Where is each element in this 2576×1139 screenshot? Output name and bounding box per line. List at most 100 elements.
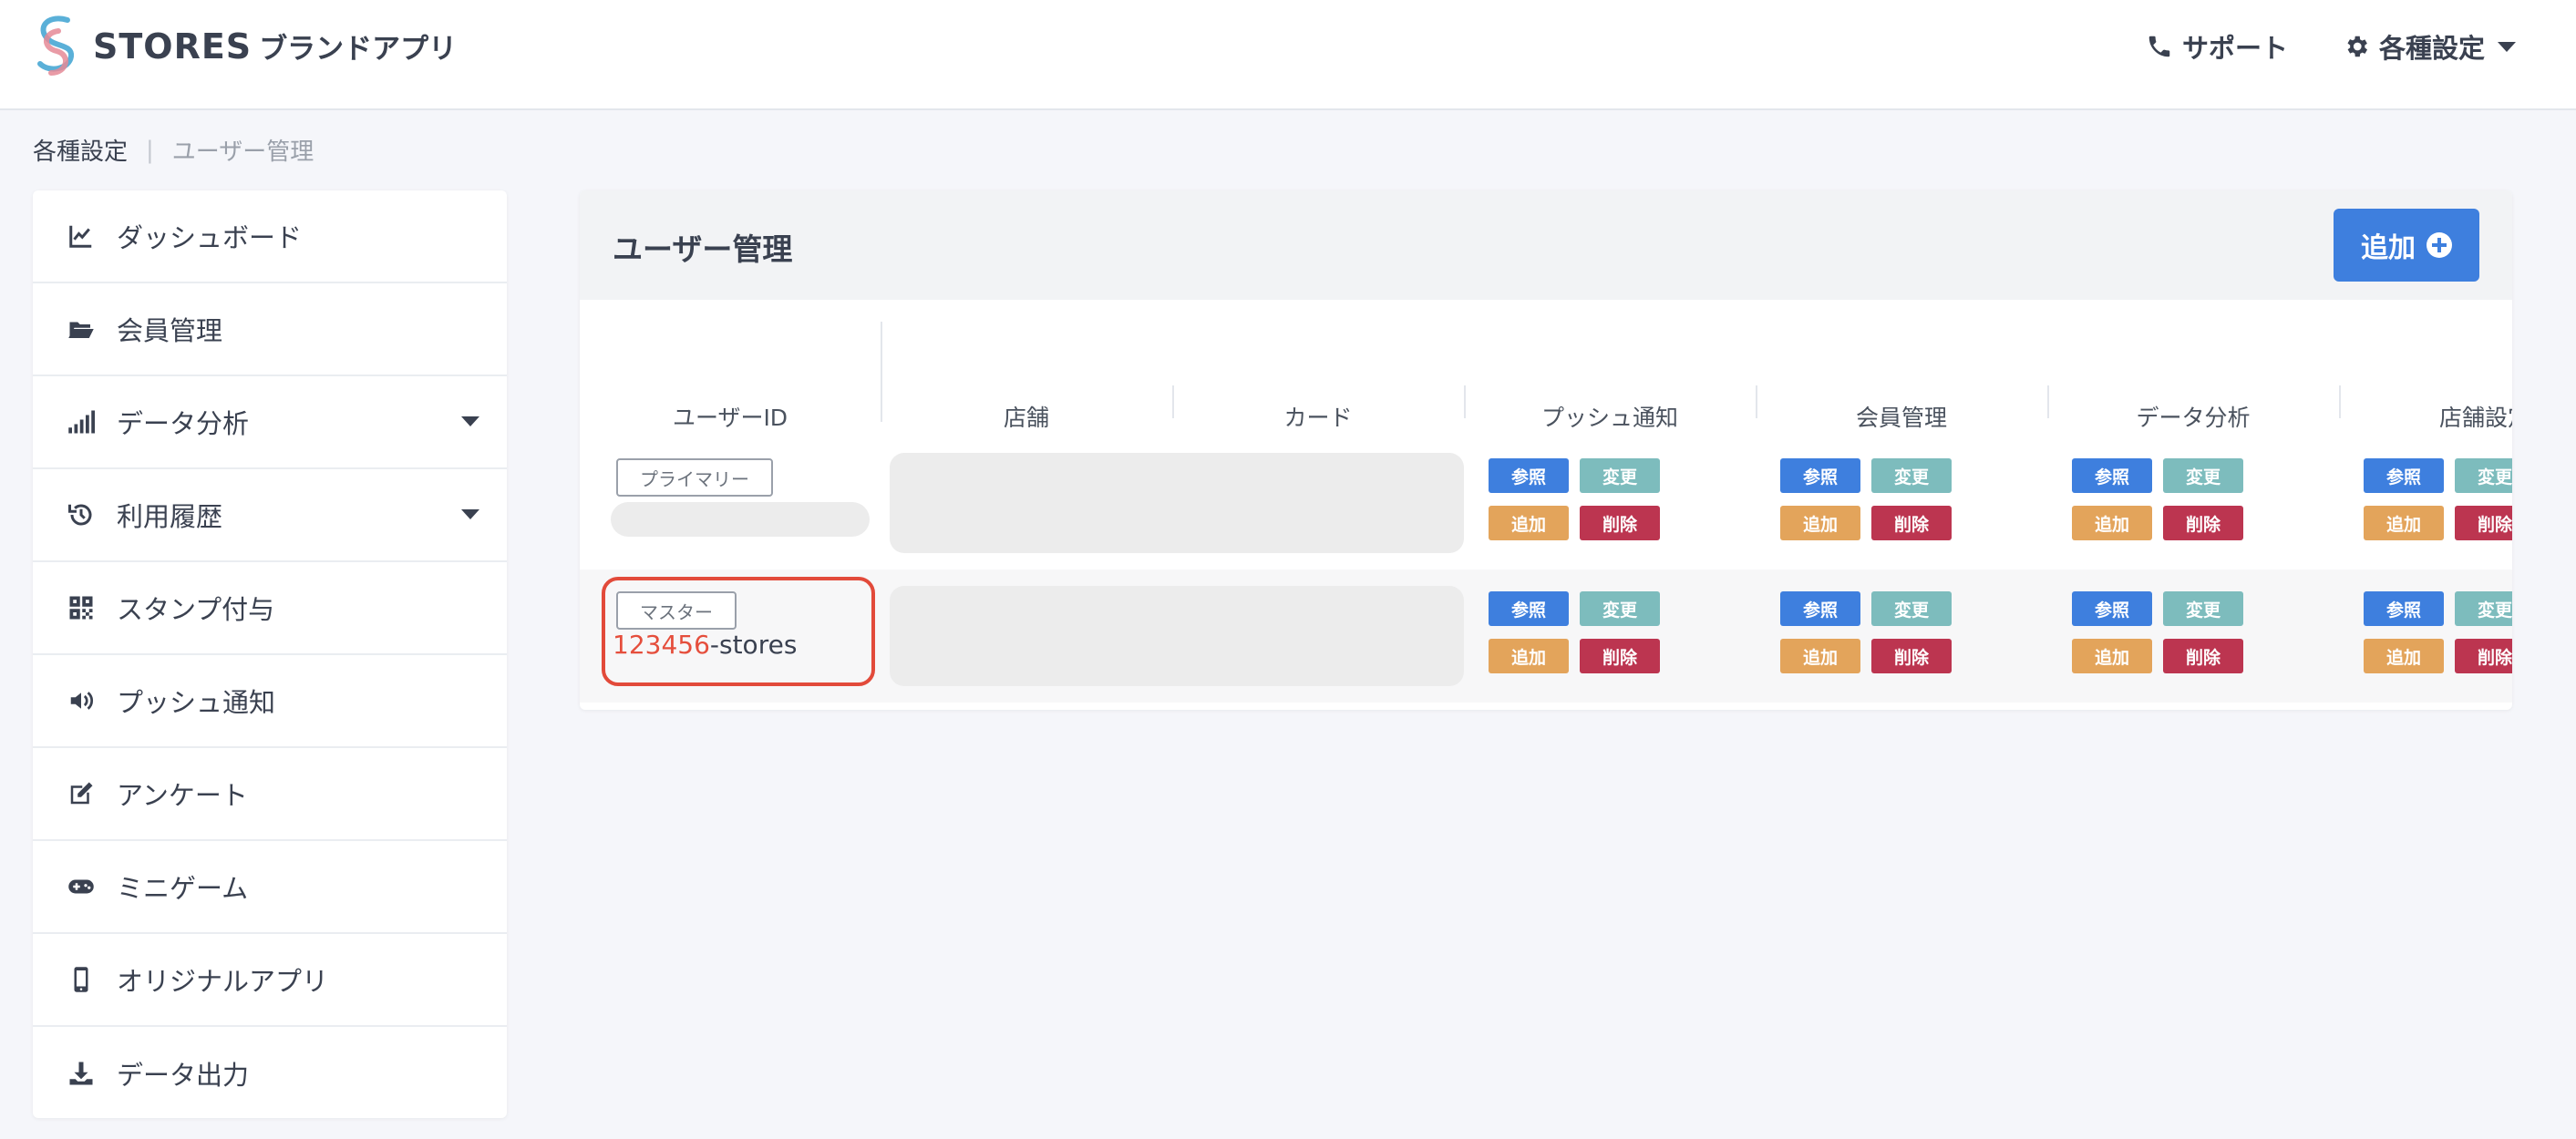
members-add-button[interactable]: 追加 <box>1780 639 1860 673</box>
store-settings-change-button[interactable]: 変更 <box>2455 458 2512 493</box>
store-settings-delete-button[interactable]: 削除 <box>2455 639 2512 673</box>
push-change-button[interactable]: 変更 <box>1580 591 1660 626</box>
chart-line-icon <box>66 221 97 251</box>
analytics-delete-button[interactable]: 削除 <box>2163 506 2243 540</box>
analytics-add-button[interactable]: 追加 <box>2072 506 2152 540</box>
store-settings-add-button[interactable]: 追加 <box>2364 639 2444 673</box>
store-settings-view-button[interactable]: 参照 <box>2364 458 2444 493</box>
support-link[interactable]: サポート <box>2146 27 2288 66</box>
folder-open-icon <box>66 313 97 344</box>
brand-subtitle: ブランドアプリ <box>259 33 458 66</box>
breadcrumb: 各種設定 | ユーザー管理 <box>33 133 314 167</box>
chevron-down-icon <box>461 509 479 519</box>
volume-icon <box>66 685 97 716</box>
members-delete-button[interactable]: 削除 <box>1871 639 1952 673</box>
chevron-down-icon <box>461 416 479 426</box>
push-add-button[interactable]: 追加 <box>1489 639 1569 673</box>
column-header-members: 会員管理 <box>1855 405 1947 431</box>
sidebar-item-dashboard[interactable]: ダッシュボード <box>33 190 507 283</box>
sidebar-item-label: データ出力 <box>117 1060 250 1091</box>
store-cell <box>890 586 1464 686</box>
stores-logo-icon <box>37 15 74 76</box>
user-management-card: ユーザー管理 追加 ユーザーID 店舗 カード プッシュ通知 会員管理 データ分… <box>580 190 2512 710</box>
store-settings-delete-button[interactable]: 削除 <box>2455 506 2512 540</box>
members-view-button[interactable]: 参照 <box>1780 458 1860 493</box>
column-header-store: 店舗 <box>1003 405 1049 431</box>
push-add-button[interactable]: 追加 <box>1489 506 1569 540</box>
breadcrumb-current: ユーザー管理 <box>171 139 314 166</box>
sidebar-item-analytics[interactable]: データ分析 <box>33 376 507 469</box>
column-header-card: カード <box>1283 405 1353 431</box>
analytics-delete-button[interactable]: 削除 <box>2163 639 2243 673</box>
sidebar-item-label: ミニゲーム <box>117 873 249 904</box>
analytics-change-button[interactable]: 変更 <box>2163 591 2243 626</box>
members-add-button[interactable]: 追加 <box>1780 506 1860 540</box>
push-change-button[interactable]: 変更 <box>1580 458 1660 493</box>
store-cell <box>890 453 1464 553</box>
add-user-button[interactable]: 追加 <box>2334 209 2479 282</box>
column-header-user-id: ユーザーID <box>672 405 788 431</box>
analytics-add-button[interactable]: 追加 <box>2072 639 2152 673</box>
settings-label: 各種設定 <box>2379 33 2486 64</box>
sidebar-item-label: ダッシュボード <box>117 222 303 253</box>
phone-icon <box>2148 36 2170 57</box>
app-header: STORES ブランドアプリ サポート 各種設定 <box>0 0 2576 110</box>
support-label: サポート <box>2182 33 2289 64</box>
column-header-store-settings: 店舗設定 <box>2438 405 2512 431</box>
sidebar-item-push[interactable]: プッシュ通知 <box>33 655 507 748</box>
role-badge: プライマリー <box>616 458 773 497</box>
table-row: プライマリー 参照 変更 追加 削除 参照 変更 追加 削除 参照 変更 追加 … <box>580 436 2512 570</box>
plus-circle-icon <box>2427 232 2452 258</box>
sidebar-item-original-app[interactable]: オリジナルアプリ <box>33 934 507 1027</box>
sidebar-item-members[interactable]: 会員管理 <box>33 283 507 376</box>
chevron-down-icon <box>2498 41 2517 52</box>
sidebar-item-export[interactable]: データ出力 <box>33 1027 507 1120</box>
breadcrumb-separator: | <box>146 136 154 164</box>
gamepad-icon <box>66 871 97 902</box>
sidebar: ダッシュボード 会員管理 データ分析 利用履歴 スタンプ付与 プッシュ通知 アン… <box>33 190 507 1118</box>
sidebar-item-label: データ分析 <box>117 408 250 439</box>
members-change-button[interactable]: 変更 <box>1871 458 1952 493</box>
user-id-suffix: -stores <box>709 630 798 660</box>
user-id-placeholder <box>611 502 870 537</box>
store-settings-view-button[interactable]: 参照 <box>2364 591 2444 626</box>
members-delete-button[interactable]: 削除 <box>1871 506 1952 540</box>
column-header-push: プッシュ通知 <box>1540 405 1678 431</box>
settings-menu[interactable]: 各種設定 <box>2343 27 2517 66</box>
sidebar-item-label: スタンプ付与 <box>117 594 275 625</box>
sidebar-item-history[interactable]: 利用履歴 <box>33 469 507 562</box>
download-icon <box>66 1058 97 1089</box>
members-change-button[interactable]: 変更 <box>1871 591 1952 626</box>
history-icon <box>66 499 97 530</box>
breadcrumb-parent[interactable]: 各種設定 <box>33 133 128 167</box>
signal-bars-icon <box>66 406 97 437</box>
table-row: マスター 123456-stores 参照 変更 追加 削除 参照 変更 追加 … <box>580 570 2512 703</box>
sidebar-item-label: アンケート <box>117 780 248 811</box>
sidebar-item-survey[interactable]: アンケート <box>33 748 507 841</box>
brand-name[interactable]: STORES ブランドアプリ <box>93 26 457 67</box>
store-settings-add-button[interactable]: 追加 <box>2364 506 2444 540</box>
members-view-button[interactable]: 参照 <box>1780 591 1860 626</box>
gear-icon <box>2347 36 2367 57</box>
brand-title: STORES <box>93 26 252 67</box>
page-title: ユーザー管理 <box>613 231 793 267</box>
store-settings-change-button[interactable]: 変更 <box>2455 591 2512 626</box>
sidebar-item-minigame[interactable]: ミニゲーム <box>33 841 507 934</box>
sidebar-item-label: 会員管理 <box>117 315 223 346</box>
role-badge: マスター <box>616 591 737 630</box>
qr-code-icon <box>66 592 97 623</box>
sidebar-item-label: プッシュ通知 <box>117 687 276 718</box>
analytics-view-button[interactable]: 参照 <box>2072 591 2152 626</box>
user-id-number: 123456 <box>613 630 710 660</box>
table-header: ユーザーID 店舗 カード プッシュ通知 会員管理 データ分析 店舗設定 <box>580 300 2512 436</box>
sidebar-item-stamp[interactable]: スタンプ付与 <box>33 562 507 655</box>
user-id-text[interactable]: 123456-stores <box>613 630 797 660</box>
push-delete-button[interactable]: 削除 <box>1580 506 1660 540</box>
card-header: ユーザー管理 追加 <box>580 190 2512 300</box>
analytics-view-button[interactable]: 参照 <box>2072 458 2152 493</box>
push-view-button[interactable]: 参照 <box>1489 458 1569 493</box>
analytics-change-button[interactable]: 変更 <box>2163 458 2243 493</box>
push-view-button[interactable]: 参照 <box>1489 591 1569 626</box>
push-delete-button[interactable]: 削除 <box>1580 639 1660 673</box>
sidebar-item-label: 利用履歴 <box>117 501 223 532</box>
